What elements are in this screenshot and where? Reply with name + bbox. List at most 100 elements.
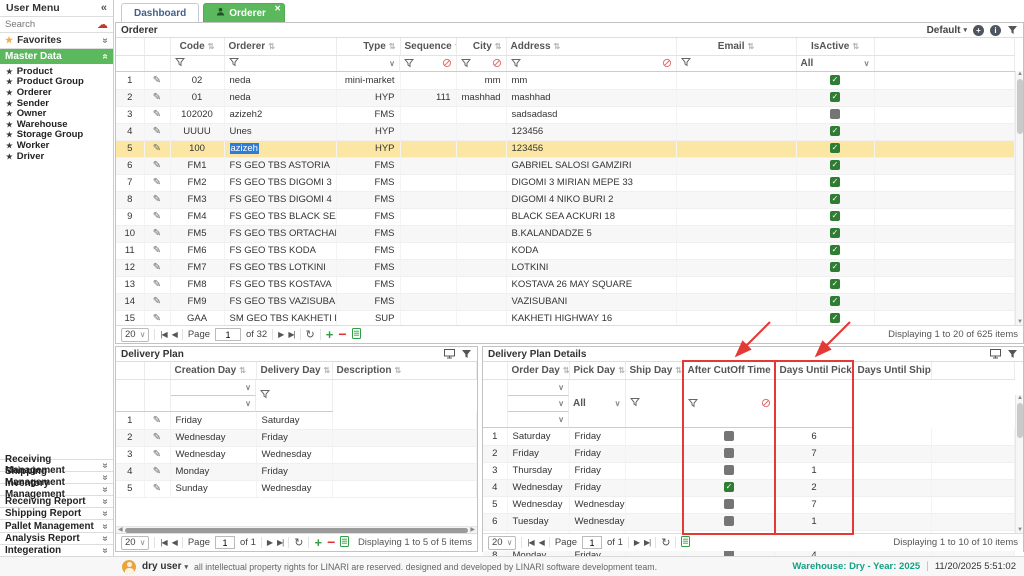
scroll-up-icon[interactable]: ▲ xyxy=(1016,395,1024,401)
edit-pencil-icon[interactable]: ✎ xyxy=(153,75,161,86)
edit-pencil-icon[interactable]: ✎ xyxy=(153,143,161,154)
last-page-button[interactable]: ▶| xyxy=(277,538,283,547)
sidebar-item[interactable]: ★ Worker xyxy=(6,140,113,151)
page-number-input[interactable] xyxy=(215,328,241,341)
excel-export-icon[interactable] xyxy=(681,536,690,550)
page-number-input[interactable] xyxy=(215,536,235,549)
search-input[interactable] xyxy=(5,19,94,30)
table-row[interactable]: 4WednesdayFriday✓2 xyxy=(483,479,1015,496)
table-row[interactable]: 5✎100azizehHYP123456✓ xyxy=(116,140,1015,157)
remove-row-button[interactable]: − xyxy=(338,328,346,341)
add-row-button[interactable]: + xyxy=(326,328,334,341)
filter-creation-day-dropdown[interactable]: ∨ xyxy=(171,380,257,396)
refresh-icon[interactable]: ↻ xyxy=(294,536,303,549)
next-page-button[interactable]: ▶ xyxy=(634,538,639,547)
page-number-input[interactable] xyxy=(582,536,602,549)
col-header-ship-day[interactable]: Ship Day⇅ xyxy=(625,362,683,379)
filter-order-day-dropdown[interactable]: ∨ xyxy=(508,380,570,396)
circle-info-icon[interactable]: i xyxy=(990,25,1001,36)
last-page-button[interactable]: ▶| xyxy=(644,538,650,547)
first-page-button[interactable]: |◀ xyxy=(527,538,533,547)
excel-export-icon[interactable] xyxy=(352,328,361,342)
table-row[interactable]: 13✎FM8FS GEO TBS KOSTAVAFMSKOSTAVA 26 MA… xyxy=(116,276,1015,293)
filter-orderer[interactable] xyxy=(224,55,336,72)
edit-pencil-icon[interactable]: ✎ xyxy=(153,432,161,443)
filter-type-dropdown[interactable]: ∨ xyxy=(337,56,401,72)
sidebar-item[interactable]: ★ Warehouse xyxy=(6,119,113,130)
filter-days-until-pick[interactable] xyxy=(625,379,683,428)
col-header-email[interactable]: Email⇅ xyxy=(676,38,796,55)
edit-pencil-icon[interactable]: ✎ xyxy=(153,177,161,188)
search-cloud-icon[interactable]: ☁ xyxy=(97,20,108,30)
table-row[interactable]: 1SaturdayFriday6 xyxy=(483,428,1015,445)
sidebar-favorites[interactable]: ★ Favorites » xyxy=(0,33,113,49)
col-header-delivery-day[interactable]: Delivery Day⇅ xyxy=(256,362,332,379)
filter-isactive-dropdown[interactable]: All∨ xyxy=(796,55,874,72)
edit-pencil-icon[interactable]: ✎ xyxy=(153,160,161,171)
filter-code[interactable] xyxy=(170,55,224,72)
sidebar-section[interactable]: Integeration » xyxy=(0,544,113,556)
sidebar-master-data-header[interactable]: Master Data » xyxy=(0,49,113,64)
sidebar-item[interactable]: ★ Storage Group xyxy=(6,130,113,141)
filter-city[interactable] xyxy=(456,55,506,72)
add-row-button[interactable]: + xyxy=(314,536,322,549)
edit-pencil-icon[interactable]: ✎ xyxy=(153,228,161,239)
table-row[interactable]: 2✎WednesdayFriday xyxy=(116,429,477,446)
table-row[interactable]: 5✎SundayWednesday xyxy=(116,480,477,497)
col-header-city[interactable]: City⇅ xyxy=(456,38,506,55)
filter-delivery-day-dropdown[interactable]: ∨ xyxy=(171,396,257,412)
filter-days-until-shipping[interactable] xyxy=(683,379,775,428)
filter-sequence[interactable] xyxy=(400,55,456,72)
col-header-orderer[interactable]: Orderer⇅ xyxy=(224,38,336,55)
table-row[interactable]: 5WednesdayWednesday7 xyxy=(483,496,1015,513)
table-row[interactable]: 9✎FM4FS GEO TBS BLACK SEAFMSBLACK SEA AC… xyxy=(116,208,1015,225)
filter-icon[interactable] xyxy=(1007,349,1018,359)
next-page-button[interactable]: ▶ xyxy=(267,538,272,547)
table-row[interactable]: 3✎102020azizeh2FMSsadsadasd xyxy=(116,106,1015,123)
monitor-icon[interactable] xyxy=(444,349,455,359)
prev-page-button[interactable]: ◀ xyxy=(172,330,177,339)
col-header-address[interactable]: Address⇅ xyxy=(506,38,676,55)
table-row[interactable]: 12✎FM7FS GEO TBS LOTKINIFMSLOTKINI✓ xyxy=(116,259,1015,276)
horizontal-scrollbar[interactable]: ◀ ▶ xyxy=(116,526,477,533)
view-selector-dropdown[interactable]: Default▾ xyxy=(927,25,967,36)
excel-export-icon[interactable] xyxy=(340,536,349,550)
table-row[interactable]: 8✎FM3FS GEO TBS DIGOMI 4FMSDIGOMI 4 NIKO… xyxy=(116,191,1015,208)
col-header-order-day[interactable]: Order Day⇅ xyxy=(507,362,569,379)
table-row[interactable]: 4✎MondayFriday xyxy=(116,463,477,480)
table-row[interactable]: 3✎WednesdayWednesday xyxy=(116,446,477,463)
table-row[interactable]: 2✎01nedaHYP111mashhadmashhad✓ xyxy=(116,89,1015,106)
col-header-sequence[interactable]: Sequence⇅ xyxy=(400,38,456,55)
edit-pencil-icon[interactable]: ✎ xyxy=(153,262,161,273)
table-row[interactable]: 1✎02nedamini-marketmmmm✓ xyxy=(116,72,1015,89)
edit-pencil-icon[interactable]: ✎ xyxy=(153,126,161,137)
edit-pencil-icon[interactable]: ✎ xyxy=(153,245,161,256)
filter-email[interactable] xyxy=(676,55,796,72)
edit-pencil-icon[interactable]: ✎ xyxy=(153,313,161,324)
filter-description[interactable] xyxy=(256,379,332,412)
filter-ship-day-dropdown[interactable]: ∨ xyxy=(508,412,570,428)
remove-row-button[interactable]: − xyxy=(327,536,335,549)
edit-pencil-icon[interactable]: ✎ xyxy=(153,109,161,120)
table-row[interactable]: 6TuesdayWednesday1 xyxy=(483,513,1015,530)
page-size-select[interactable]: 20∨ xyxy=(488,536,516,550)
first-page-button[interactable]: |◀ xyxy=(160,538,166,547)
last-page-button[interactable]: ▶| xyxy=(288,330,294,339)
tab-orderer[interactable]: Orderer ✕ xyxy=(203,3,285,22)
sidebar-item[interactable]: ★ Owner xyxy=(6,108,113,119)
col-header-type[interactable]: Type⇅ xyxy=(336,38,400,55)
user-avatar[interactable] xyxy=(122,560,136,574)
scroll-up-icon[interactable]: ▲ xyxy=(1016,71,1024,77)
close-tab-icon[interactable]: ✕ xyxy=(274,4,281,13)
page-size-select[interactable]: 20∨ xyxy=(121,328,149,342)
table-row[interactable]: 14✎FM9FS GEO TBS VAZISUBANIFMSVAZISUBANI… xyxy=(116,293,1015,310)
table-row[interactable]: 11✎FM6FS GEO TBS KODAFMSKODA✓ xyxy=(116,242,1015,259)
user-menu-dropdown[interactable]: dry user▾ xyxy=(142,561,188,572)
edit-pencil-icon[interactable]: ✎ xyxy=(153,466,161,477)
table-row[interactable]: 4✎UUUUUnesHYP123456✓ xyxy=(116,123,1015,140)
col-header-creation-day[interactable]: Creation Day⇅ xyxy=(170,362,256,379)
filter-pick-day-dropdown[interactable]: ∨ xyxy=(508,396,570,412)
col-header-days-until-pick[interactable]: Days Until Pick⇅ xyxy=(775,362,853,379)
edit-pencil-icon[interactable]: ✎ xyxy=(153,279,161,290)
sidebar-section[interactable]: Shipping Report » xyxy=(0,507,113,519)
